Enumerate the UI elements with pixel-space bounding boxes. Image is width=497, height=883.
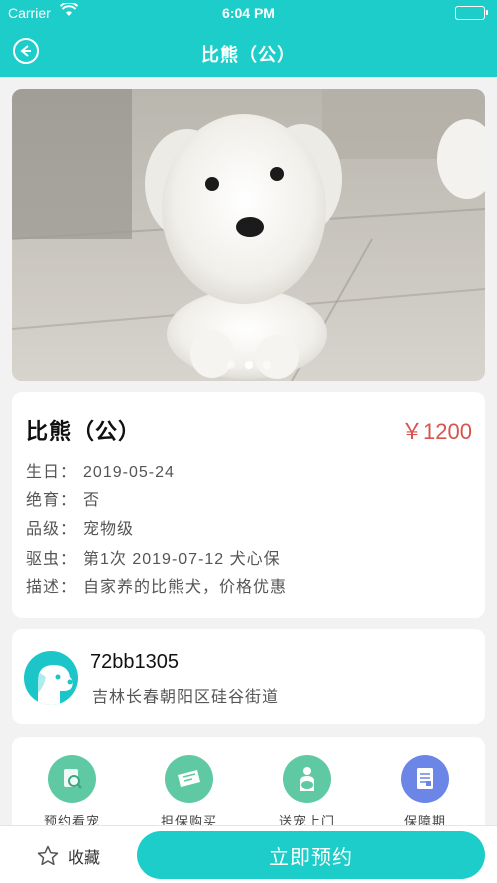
clock: 6:04 PM [222, 5, 275, 21]
info-label: 品级： [26, 521, 78, 538]
status-bar: Carrier 6:04 PM [0, 0, 497, 26]
info-row-description: 描述： 自家养的比熊犬，价格优惠 [26, 573, 287, 597]
info-label: 描述： [26, 579, 78, 596]
info-value: 宠物级 [83, 521, 135, 538]
seller-id: 72bb1305 [90, 651, 179, 673]
info-value: 否 [83, 492, 101, 509]
bottom-action-bar: 收藏 立即预约 [0, 825, 497, 883]
pet-name: 比熊（公） [26, 419, 142, 444]
service-view-pet[interactable]: 预约看宠 [22, 755, 122, 830]
seller-address: 吉林长春朝阳区硅谷街道 [92, 689, 280, 706]
info-row-deworming: 驱虫： 第1次 2019-07-12 犬心保 [26, 545, 281, 569]
info-value: 自家养的比熊犬，价格优惠 [83, 579, 288, 596]
star-icon [37, 845, 59, 866]
pet-photo [12, 89, 485, 381]
service-warranty[interactable]: 保障期 [375, 755, 475, 830]
seller-card[interactable]: 72bb1305 吉林长春朝阳区硅谷街道 [12, 629, 485, 724]
reserve-now-button[interactable]: 立即预约 [137, 831, 485, 879]
dog-avatar-icon [36, 665, 73, 705]
info-row-grade: 品级： 宠物级 [26, 515, 134, 539]
service-home-delivery[interactable]: 送宠上门 [257, 755, 357, 830]
pet-info-card: 比熊（公） ￥1200 生日： 2019-05-24 绝育： 否 品级： 宠物级 驱虫… [12, 392, 485, 618]
carousel-indicator [12, 361, 485, 369]
favorite-label: 收藏 [68, 850, 101, 867]
info-label: 绝育： [26, 492, 78, 509]
pet-photo-carousel[interactable] [12, 89, 485, 381]
certificate-icon [401, 755, 449, 803]
carousel-dot[interactable] [226, 361, 235, 369]
top-bar: Carrier 6:04 PM 比熊（公） [0, 0, 497, 77]
search-doc-icon [48, 755, 96, 803]
ticket-icon [165, 755, 213, 803]
info-row-neutered: 绝育： 否 [26, 486, 100, 510]
avatar[interactable] [24, 651, 78, 705]
page-title: 比熊（公） [201, 45, 296, 65]
carousel-dot[interactable] [262, 361, 271, 369]
service-guaranteed-purchase[interactable]: 担保购买 [139, 755, 239, 830]
info-value: 2019-05-24 [83, 464, 175, 481]
info-row-birthday: 生日： 2019-05-24 [26, 458, 175, 482]
info-label: 生日： [26, 464, 78, 481]
pet-price: ￥1200 [401, 419, 472, 444]
carousel-dot-active[interactable] [244, 361, 253, 369]
info-value: 第1次 2019-07-12 犬心保 [83, 551, 281, 568]
favorite-button[interactable]: 收藏 [36, 844, 100, 868]
battery-icon [455, 6, 488, 20]
pet-delivery-icon [283, 755, 331, 803]
info-label: 驱虫： [26, 551, 78, 568]
